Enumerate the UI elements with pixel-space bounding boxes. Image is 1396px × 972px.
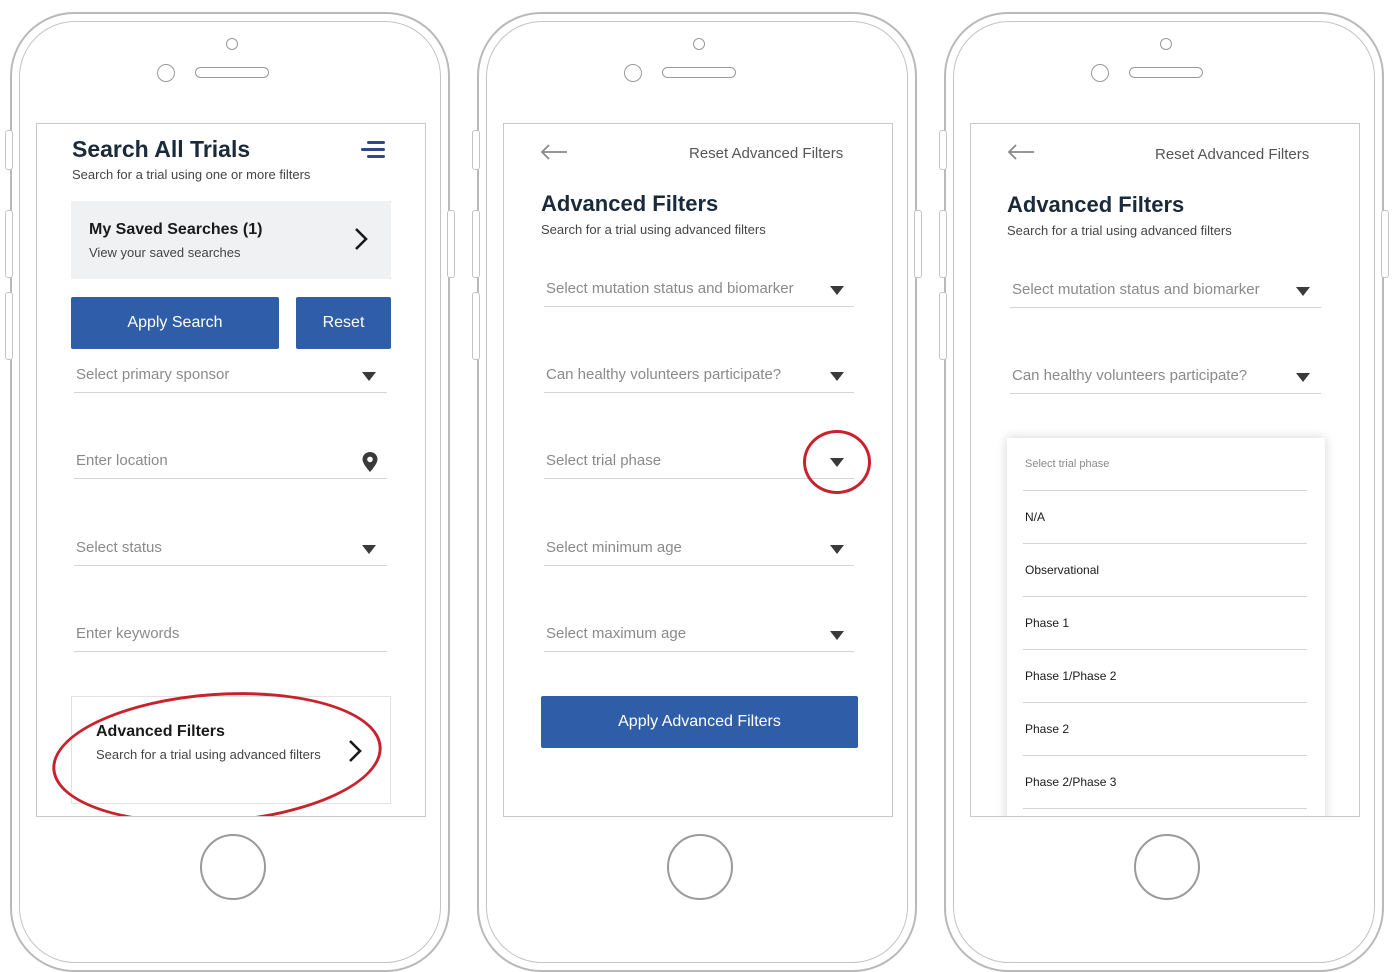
- earpiece-speaker: [195, 67, 269, 78]
- status-placeholder: Select status: [76, 539, 162, 556]
- earpiece-speaker: [662, 67, 736, 78]
- dropdown-header-row[interactable]: Select trial phase: [1023, 438, 1307, 491]
- status-select[interactable]: Select status: [74, 535, 387, 566]
- primary-sponsor-select[interactable]: Select primary sponsor: [74, 362, 387, 393]
- phone-1: Search All Trials Search for a trial usi…: [5, 12, 456, 972]
- dropdown-option[interactable]: Phase 1: [1023, 597, 1307, 650]
- page-subtitle: Search for a trial using one or more fil…: [72, 167, 311, 182]
- saved-searches-card[interactable]: My Saved Searches (1) View your saved se…: [71, 201, 391, 279]
- home-button[interactable]: [667, 834, 733, 900]
- front-camera: [1091, 64, 1109, 82]
- screen-advanced-filters: Reset Advanced Filters Advanced Filters …: [503, 123, 893, 817]
- mutation-biomarker-select[interactable]: Select mutation status and biomarker: [1010, 277, 1321, 308]
- primary-sponsor-placeholder: Select primary sponsor: [76, 366, 230, 383]
- dropdown-caret-icon: [830, 545, 844, 554]
- apply-advanced-filters-button[interactable]: Apply Advanced Filters: [541, 696, 858, 748]
- reset-advanced-filters-link[interactable]: Reset Advanced Filters: [689, 145, 843, 162]
- option-label: N/A: [1025, 510, 1046, 524]
- dropdown-header: Select trial phase: [1025, 458, 1110, 470]
- sensor-dot: [1160, 38, 1172, 50]
- dropdown-caret-icon: [1296, 373, 1310, 382]
- reset-button[interactable]: Reset: [296, 297, 391, 349]
- dropdown-caret-icon: [1296, 287, 1310, 296]
- screen-advanced-filters-phase-open: Reset Advanced Filters Advanced Filters …: [970, 123, 1360, 817]
- page-title: Advanced Filters: [1007, 192, 1185, 217]
- keywords-input[interactable]: Enter keywords: [74, 621, 387, 652]
- dropdown-option[interactable]: Phase 2: [1023, 703, 1307, 756]
- volume-up-button: [472, 210, 480, 278]
- mute-switch: [472, 130, 480, 170]
- phone-3: Reset Advanced Filters Advanced Filters …: [939, 12, 1390, 972]
- volume-down-button: [472, 292, 480, 360]
- dropdown-caret-icon: [830, 631, 844, 640]
- mutation-biomarker-select[interactable]: Select mutation status and biomarker: [544, 276, 854, 307]
- volume-up-button: [939, 210, 947, 278]
- maximum-age-placeholder: Select maximum age: [546, 625, 687, 642]
- home-button[interactable]: [200, 834, 266, 900]
- highlight-ring: [803, 430, 871, 494]
- sensor-dot: [693, 38, 705, 50]
- sensor-dot: [226, 38, 238, 50]
- mute-switch: [5, 130, 13, 170]
- dropdown-caret-icon: [830, 286, 844, 295]
- page-title: Advanced Filters: [541, 191, 719, 216]
- minimum-age-select[interactable]: Select minimum age: [544, 535, 854, 566]
- power-button: [447, 210, 455, 278]
- maximum-age-select[interactable]: Select maximum age: [544, 621, 854, 652]
- option-label: Phase 1/Phase 2: [1025, 669, 1117, 683]
- trial-phase-placeholder: Select trial phase: [546, 452, 662, 469]
- power-button: [914, 210, 922, 278]
- volume-down-button: [5, 292, 13, 360]
- saved-searches-subtitle: View your saved searches: [89, 245, 241, 260]
- location-placeholder: Enter location: [76, 452, 168, 469]
- saved-searches-title: My Saved Searches (1): [89, 221, 263, 238]
- dropdown-caret-icon: [830, 372, 844, 381]
- location-input[interactable]: Enter location: [74, 448, 387, 479]
- dropdown-caret-icon: [362, 372, 376, 381]
- page-subtitle: Search for a trial using advanced filter…: [1007, 223, 1232, 238]
- minimum-age-placeholder: Select minimum age: [546, 539, 682, 556]
- healthy-volunteers-select[interactable]: Can healthy volunteers participate?: [1010, 363, 1321, 394]
- power-button: [1381, 210, 1389, 278]
- volume-up-button: [5, 210, 13, 278]
- option-label: Phase 2/Phase 3: [1025, 775, 1117, 789]
- dropdown-option[interactable]: N/A: [1023, 491, 1307, 544]
- apply-search-button[interactable]: Apply Search: [71, 297, 279, 349]
- option-label: Phase 2: [1025, 722, 1070, 736]
- mute-switch: [939, 130, 947, 170]
- earpiece-speaker: [1129, 67, 1203, 78]
- menu-icon[interactable]: [361, 139, 387, 159]
- reset-advanced-filters-link[interactable]: Reset Advanced Filters: [1155, 146, 1309, 163]
- page-title: Search All Trials: [72, 136, 251, 162]
- healthy-volunteers-placeholder: Can healthy volunteers participate?: [1012, 367, 1248, 384]
- home-button[interactable]: [1134, 834, 1200, 900]
- back-arrow-icon[interactable]: [1007, 144, 1035, 160]
- option-label: Observational: [1025, 563, 1100, 577]
- back-arrow-icon[interactable]: [540, 144, 568, 160]
- front-camera: [624, 64, 642, 82]
- dropdown-option[interactable]: Observational: [1023, 544, 1307, 597]
- trial-phase-dropdown: Select trial phase N/A Observational Pha…: [1007, 438, 1325, 816]
- option-label: Phase 1: [1025, 616, 1070, 630]
- screen-search-all-trials: Search All Trials Search for a trial usi…: [36, 123, 426, 817]
- phone-2: Reset Advanced Filters Advanced Filters …: [472, 12, 923, 972]
- chevron-right-icon: [355, 228, 368, 250]
- dropdown-option[interactable]: Phase 1/Phase 2: [1023, 650, 1307, 703]
- dropdown-option[interactable]: Phase 2/Phase 3: [1023, 756, 1307, 809]
- location-pin-icon: [362, 452, 378, 472]
- healthy-volunteers-placeholder: Can healthy volunteers participate?: [546, 366, 782, 383]
- mutation-biomarker-placeholder: Select mutation status and biomarker: [1012, 281, 1260, 298]
- mutation-biomarker-placeholder: Select mutation status and biomarker: [546, 280, 794, 297]
- front-camera: [157, 64, 175, 82]
- keywords-placeholder: Enter keywords: [76, 625, 180, 642]
- volume-down-button: [939, 292, 947, 360]
- page-subtitle: Search for a trial using advanced filter…: [541, 222, 766, 237]
- healthy-volunteers-select[interactable]: Can healthy volunteers participate?: [544, 362, 854, 393]
- dropdown-caret-icon: [362, 545, 376, 554]
